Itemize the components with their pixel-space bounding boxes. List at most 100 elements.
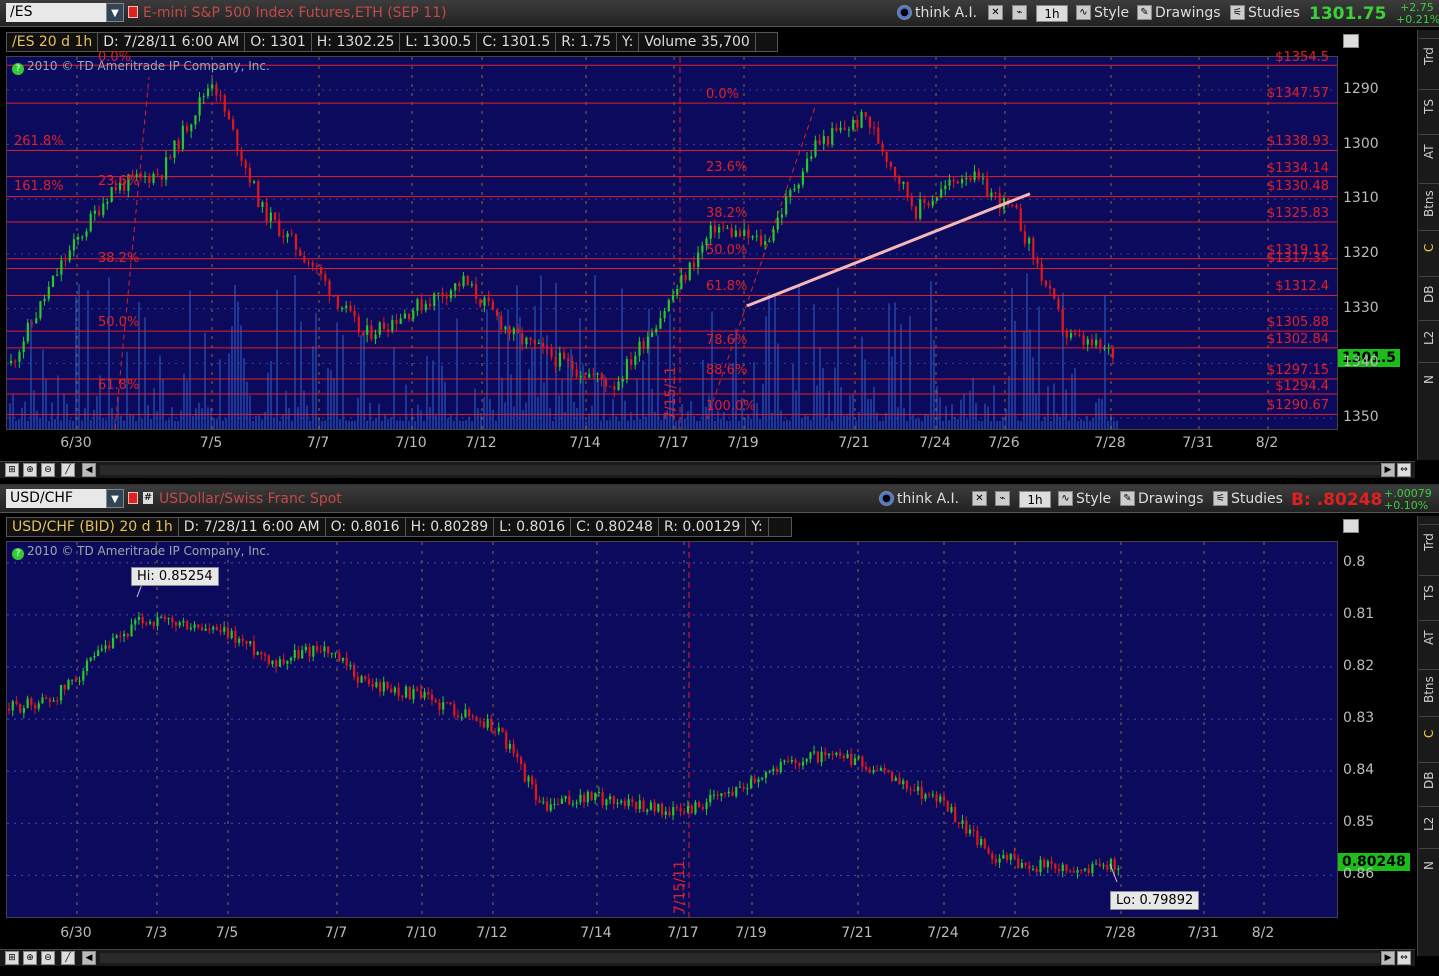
candle-body [430,694,434,700]
candle-body [208,628,211,630]
y-tick-label: 1310 [1343,190,1379,207]
scroll-track[interactable] [100,465,1380,475]
drawing-tool-icon[interactable]: ╱ [61,951,75,965]
volume-bar [1026,273,1028,429]
zoom-out-icon[interactable]: ⊖ [41,463,55,477]
zoom-in-icon[interactable]: ⊕ [23,463,37,477]
volume-bar [216,419,218,429]
chart-title: USD/CHF (BID) 20 d 1h [7,518,179,536]
candle-body [78,680,81,682]
candle-body [204,628,207,631]
fit-icon[interactable]: ⇔ [1397,463,1411,477]
scroll-left-icon[interactable]: ◀ [82,951,96,965]
x-tick-label: 7/14 [580,925,612,941]
side-tab-n[interactable]: N [1419,362,1439,397]
side-tab-btns[interactable]: Btns [1419,183,1439,224]
symbol-input[interactable]: USD/CHF [6,489,106,508]
volume-bar [942,420,944,429]
volume-bar [1041,420,1043,429]
zoom-in-icon[interactable]: ⊕ [23,951,37,965]
candle-body [977,171,980,179]
candle-body [742,786,745,790]
measure-icon-button[interactable]: ⌁ [995,490,1013,508]
candle-body [345,657,348,666]
side-tab-at[interactable]: AT [1419,620,1439,655]
candle-body [361,332,365,335]
think-ai-button[interactable]: ● think A.I. [897,4,977,22]
fit-icon[interactable]: ⇔ [1397,951,1411,965]
crosshair-icon-button[interactable]: ✕ [988,4,1006,22]
candle-body [387,329,390,331]
side-tab-btns[interactable]: Btns [1419,669,1439,710]
timeframe-selector[interactable]: 1h [1019,491,1051,508]
candle-body [969,178,972,181]
candle-body [568,796,571,805]
studies-button[interactable]: ⚟ Studies [1213,490,1283,508]
side-tab-db[interactable]: DB [1419,276,1439,311]
candle-body [412,310,415,320]
candle-body [801,171,804,185]
side-tab-ts[interactable]: TS [1419,575,1439,610]
side-tab-l2[interactable]: L2 [1419,806,1439,841]
volume-bar [186,380,188,429]
help-icon[interactable]: ? [12,63,24,75]
drawing-tool-icon[interactable]: ╱ [61,463,75,477]
x-tick-label: 7/24 [927,925,959,941]
style-button[interactable]: ∿ Style [1076,4,1129,22]
symbol-input[interactable]: /ES [6,3,106,22]
candle-body [797,184,800,189]
studies-button[interactable]: ⚟ Studies [1230,4,1300,22]
y-tick-label: 0.85 [1343,814,1375,831]
drawings-button[interactable]: ✎ Drawings [1137,4,1221,22]
side-tab-trd[interactable]: Trd [1419,38,1439,73]
side-tab-trd[interactable]: Trd [1419,524,1439,559]
usdchf-scrollbar[interactable]: ⊞ ⊕ ⊖ ╱ ◀ ▶ ⇔ [0,949,1415,966]
scroll-right-icon[interactable]: ▶ [1381,951,1395,965]
timeframe-selector[interactable]: 1h [1036,5,1068,22]
grid-toggle-icon[interactable]: ⊞ [5,463,19,477]
fib-price-label: $1338.93 [1266,134,1329,149]
side-tab-c[interactable]: C [1419,716,1439,751]
candle-body [857,756,860,759]
volume-bar [636,378,638,429]
volume-bar [861,336,863,429]
link-icon[interactable] [128,6,138,18]
candle-body [944,185,947,190]
candle-body [1076,870,1079,873]
volume-bar [36,410,38,429]
side-tab-at[interactable]: AT [1419,134,1439,169]
think-ai-button[interactable]: ● think A.I. [879,490,959,508]
hash-icon[interactable]: # [143,492,153,504]
style-button[interactable]: ∿ Style [1058,490,1111,508]
candle-body [1050,861,1053,864]
candle-body [301,650,304,659]
side-tab-db[interactable]: DB [1419,762,1439,797]
zoom-out-icon[interactable]: ⊖ [41,951,55,965]
volume-bar [948,420,950,429]
side-tab-n[interactable]: N [1419,848,1439,883]
candle-body [89,657,92,661]
es-scrollbar[interactable]: ⊞ ⊕ ⊖ ╱ ◀ ▶ ⇔ [0,461,1415,478]
chart-settings-icon[interactable] [1343,34,1359,48]
link-icon[interactable] [128,492,138,504]
drawings-button[interactable]: ✎ Drawings [1120,490,1204,508]
candle-body [919,199,922,219]
side-tab-ts[interactable]: TS [1419,89,1439,124]
chart-settings-icon[interactable] [1343,519,1359,533]
bar-low: L: 0.8016 [494,518,572,536]
crosshair-icon-button[interactable]: ✕ [972,490,990,508]
symbol-dropdown-icon[interactable]: ▼ [106,489,124,508]
grid-toggle-icon[interactable]: ⊞ [5,951,19,965]
candle-body [659,318,662,329]
side-tab-c[interactable]: C [1419,230,1439,265]
candle-body [638,341,641,356]
scroll-right-icon[interactable]: ▶ [1381,463,1395,477]
scroll-track[interactable] [100,953,1380,963]
scroll-left-icon[interactable]: ◀ [82,463,96,477]
side-tab-l2[interactable]: L2 [1419,320,1439,355]
measure-icon-button[interactable]: ⌁ [1012,4,1030,22]
help-icon[interactable]: ? [12,548,24,560]
symbol-dropdown-icon[interactable]: ▼ [106,3,124,22]
volume-bar [501,377,503,429]
bar-close: C: 0.80248 [571,518,659,536]
